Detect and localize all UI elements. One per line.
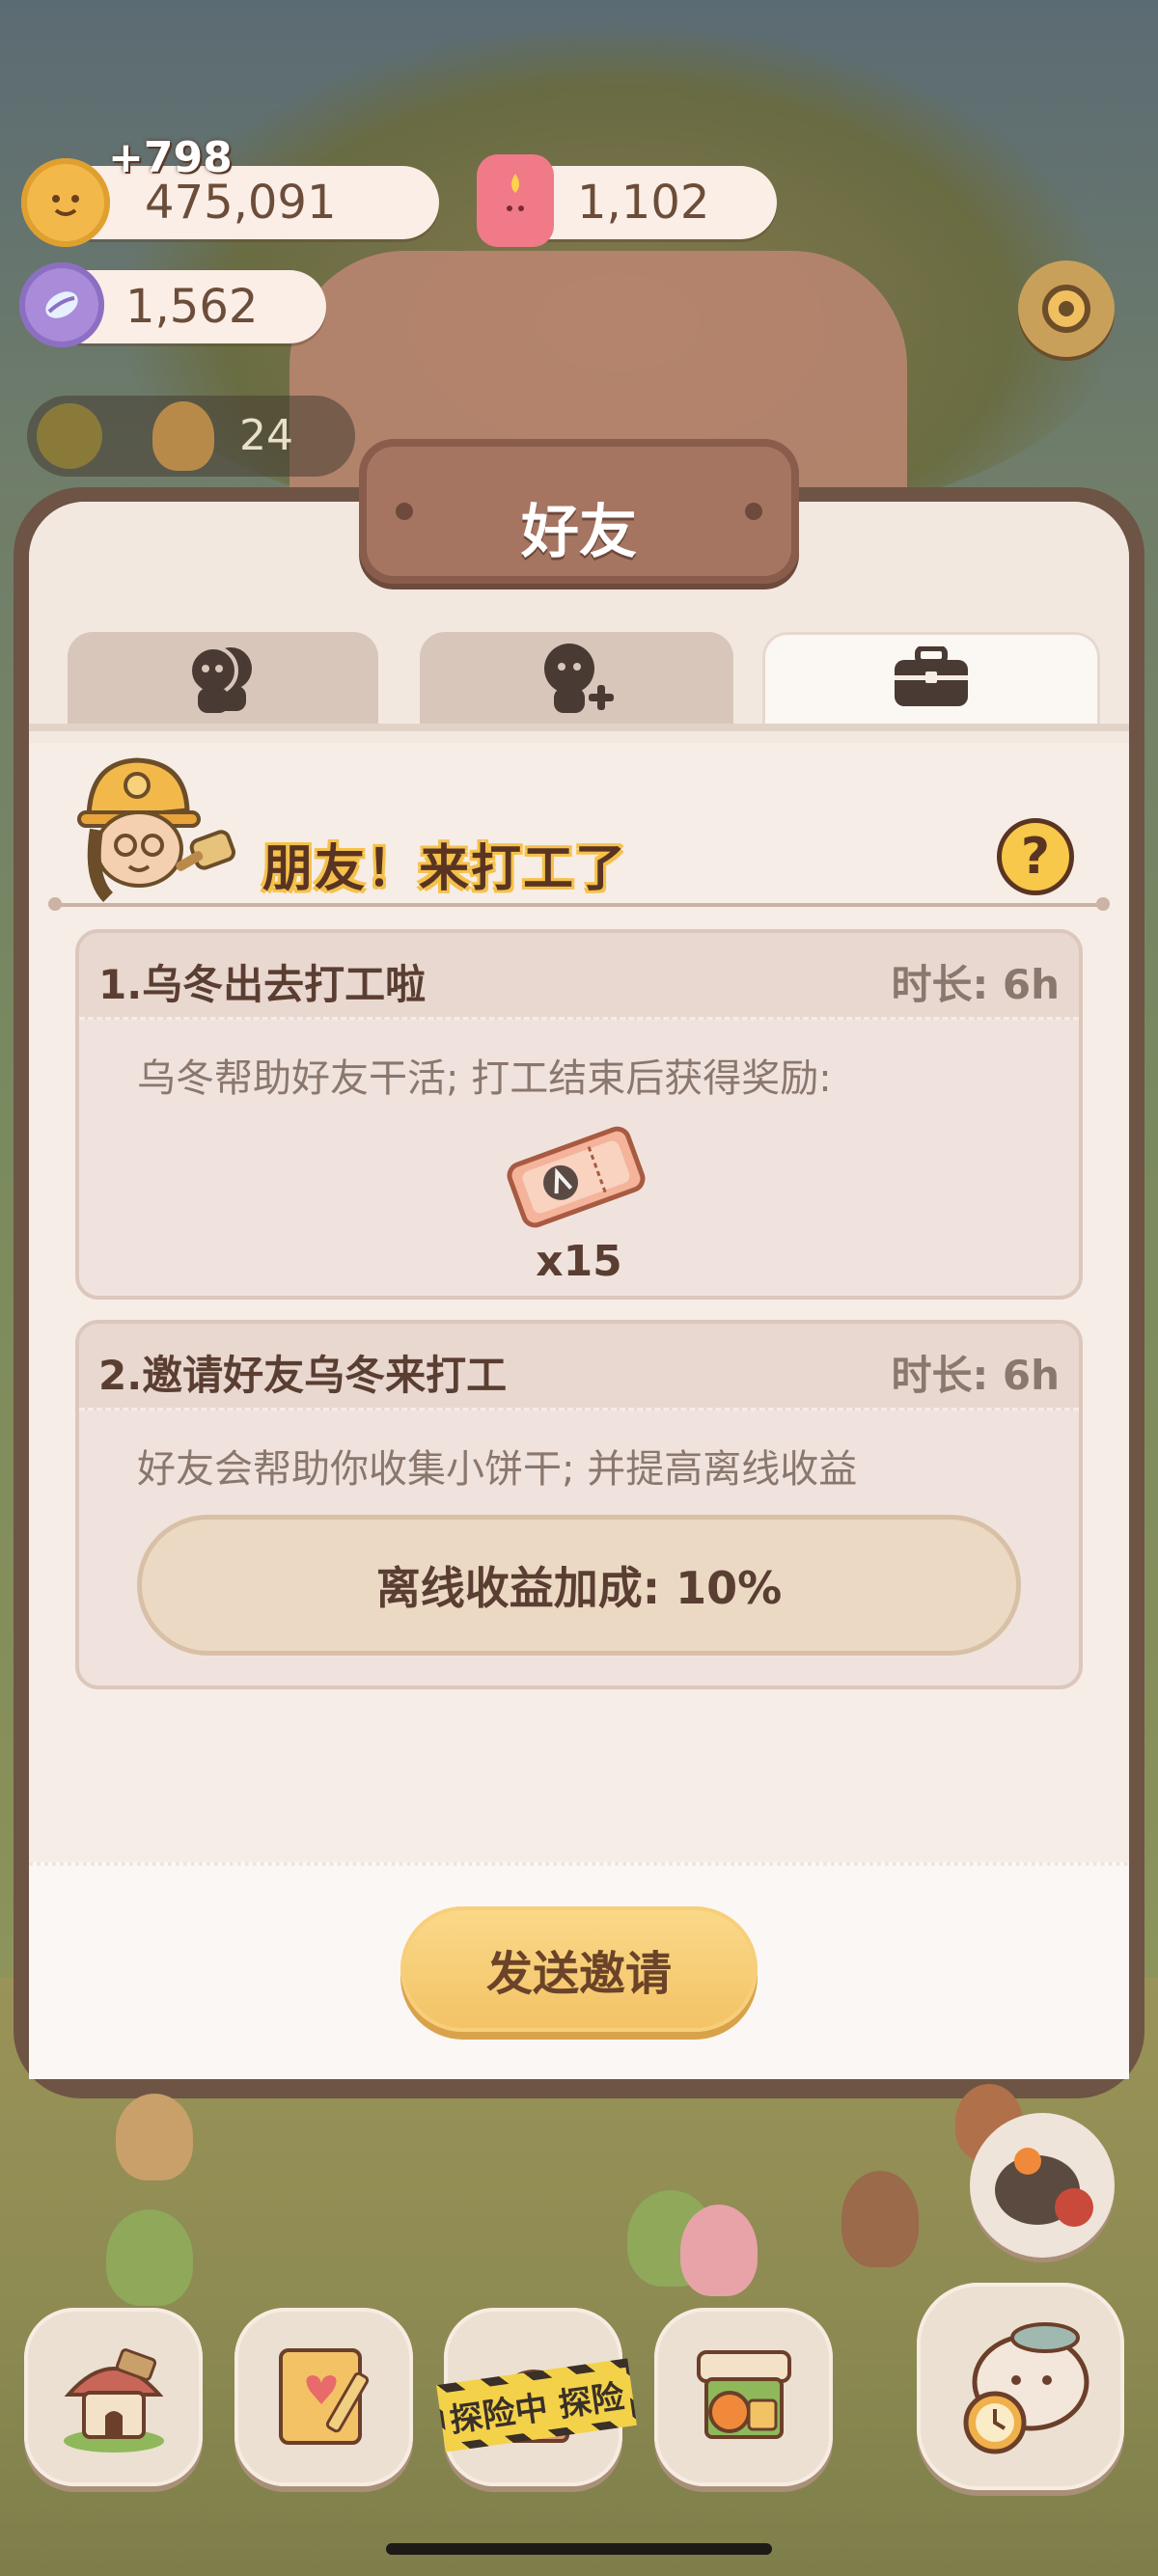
notebook-icon bbox=[262, 2333, 387, 2462]
header-divider bbox=[48, 897, 1110, 911]
task-card-1-title: 1.乌冬出去打工啦 bbox=[98, 961, 427, 1008]
npc-cookie-green bbox=[106, 2209, 193, 2306]
home-indicator[interactable] bbox=[386, 2543, 772, 2555]
help-button[interactable]: ? bbox=[997, 818, 1074, 895]
task-card-2-duration: 时长: 6h bbox=[891, 1352, 1060, 1399]
npc-cookie-brown bbox=[841, 2171, 919, 2267]
cat-chat-button[interactable] bbox=[970, 2113, 1115, 2258]
candle-icon bbox=[477, 154, 554, 247]
nav-shop-button[interactable] bbox=[654, 2308, 833, 2486]
task-card-2-description: 好友会帮助你收集小饼干; 并提高离线收益 bbox=[137, 1447, 858, 1492]
task-card-2-title: 2.邀请好友乌冬来打工 bbox=[98, 1352, 508, 1399]
reward-quantity: x15 bbox=[536, 1237, 622, 1286]
tab-add-friend[interactable] bbox=[420, 632, 733, 728]
gem-count: 1,562 bbox=[125, 280, 259, 334]
settings-gear-icon[interactable] bbox=[1018, 260, 1115, 357]
background-counter-value: 24 bbox=[239, 411, 293, 460]
add-friend-icon bbox=[537, 640, 618, 721]
sun-icon bbox=[37, 403, 102, 469]
work-header-title: 朋友！来打工了 bbox=[262, 840, 628, 898]
candle-count: 1,102 bbox=[577, 176, 710, 230]
briefcase-icon bbox=[891, 645, 972, 714]
cookie-count: 475,091 bbox=[145, 176, 337, 230]
modal-title-plaque: 好友 bbox=[359, 439, 799, 584]
task-card-2-header: 2.邀请好友乌冬来打工 时长: 6h bbox=[79, 1324, 1079, 1411]
nav-house-button[interactable] bbox=[24, 2308, 203, 2486]
candy-gem-icon bbox=[19, 262, 104, 347]
background-counter: 24 bbox=[27, 396, 355, 477]
cat-clock-icon bbox=[939, 2303, 1103, 2471]
worker-avatar bbox=[69, 753, 243, 907]
npc-cookie-sunglasses bbox=[116, 2094, 193, 2180]
ticket-icon bbox=[504, 1124, 648, 1230]
modal-title: 好友 bbox=[521, 499, 637, 566]
cookie-gain-text: +798 bbox=[108, 133, 233, 182]
npc-cookie-pink bbox=[680, 2205, 758, 2296]
friends-icon bbox=[182, 642, 263, 719]
tab-work[interactable] bbox=[762, 632, 1100, 728]
cookie-person-icon bbox=[152, 401, 214, 471]
shop-icon bbox=[681, 2333, 807, 2462]
tab-friends[interactable] bbox=[68, 632, 378, 728]
tab-divider bbox=[29, 724, 1129, 731]
task-card-1-duration: 时长: 6h bbox=[891, 961, 1060, 1008]
cookie-icon bbox=[21, 158, 110, 247]
task-card-1-header: 1.乌冬出去打工啦 时长: 6h bbox=[79, 933, 1079, 1020]
nav-cat-clock-button[interactable] bbox=[917, 2283, 1124, 2490]
offline-bonus-badge: 离线收益加成: 10% bbox=[137, 1515, 1021, 1656]
house-icon bbox=[51, 2333, 177, 2462]
send-invite-button[interactable]: 发送邀请 bbox=[400, 1906, 758, 2032]
nav-notebook-button[interactable] bbox=[234, 2308, 413, 2486]
task-card-1-description: 乌冬帮助好友干活; 打工结束后获得奖励: bbox=[137, 1056, 832, 1101]
